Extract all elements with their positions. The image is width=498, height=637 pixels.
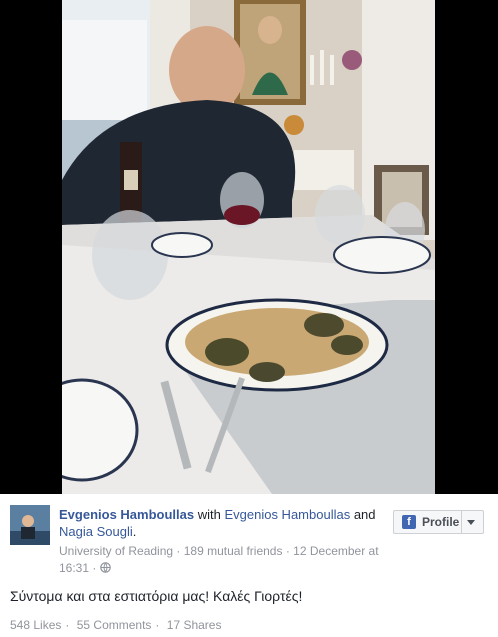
school-text: University of Reading (59, 544, 174, 558)
photo-viewer (0, 0, 498, 494)
post-meta: University of Reading · 189 mutual frien… (59, 543, 394, 577)
post-card: Evgenios Hamboullas with Evgenios Hambou… (0, 494, 498, 637)
post-header: Evgenios Hamboullas with Evgenios Hambou… (59, 506, 389, 540)
photo-illustration (62, 0, 435, 494)
globe-icon (99, 562, 111, 573)
comments-count[interactable]: 55 Comments (77, 618, 152, 632)
shares-count[interactable]: 17 Shares (167, 618, 222, 632)
profile-button-label: Profile (422, 515, 460, 529)
stats-separator: · (155, 618, 160, 632)
chevron-down-icon[interactable] (467, 520, 475, 525)
post-stats: 548 Likes · 55 Comments · 17 Shares (10, 618, 225, 632)
avatar-image (10, 505, 50, 545)
period-text: . (132, 524, 137, 539)
profile-button[interactable]: f Profile (393, 510, 484, 534)
likes-count[interactable]: 548 Likes (10, 618, 61, 632)
meta-separator: · (285, 544, 290, 558)
facebook-icon: f (402, 515, 416, 529)
post-time[interactable]: 16:31 (59, 561, 89, 575)
mutual-friends-link[interactable]: 189 mutual friends (184, 544, 283, 558)
stats-separator: · (65, 618, 70, 632)
post-photo[interactable] (62, 0, 435, 494)
author-link[interactable]: Evgenios Hamboullas (59, 507, 194, 522)
avatar[interactable] (10, 505, 50, 545)
with-text: with (197, 507, 221, 522)
tagged-user-2[interactable]: Nagia Sougli (59, 524, 133, 539)
tagged-user-1[interactable]: Evgenios Hamboullas (224, 507, 350, 522)
post-text: Σύντομα και στα εστιατόρια μας! Καλές Γι… (10, 588, 303, 604)
meta-separator: · (92, 561, 97, 575)
post-date[interactable]: 12 December at (293, 544, 378, 558)
meta-separator: · (176, 544, 181, 558)
button-divider (461, 511, 462, 533)
and-text: and (353, 507, 376, 522)
